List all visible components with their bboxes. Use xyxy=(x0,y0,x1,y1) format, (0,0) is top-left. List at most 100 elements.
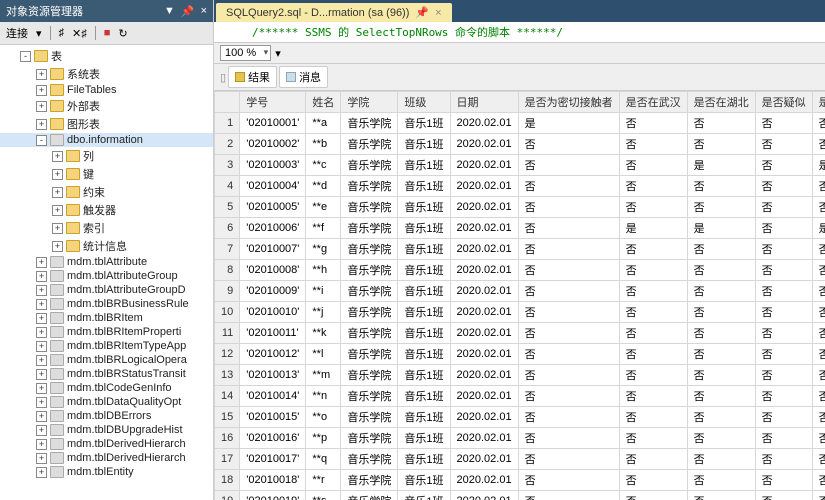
panel-dropdown-icon[interactable]: ▼ xyxy=(164,5,175,18)
cell[interactable]: 2020.02.01 xyxy=(450,386,518,407)
table-row[interactable]: 19'02010019'**s音乐学院音乐1班2020.02.01否否否否否 xyxy=(215,491,825,500)
table-row[interactable]: 6'02010006'**f音乐学院音乐1班2020.02.01否是是否是 xyxy=(215,218,825,239)
cell[interactable]: 否 xyxy=(755,218,812,239)
table-row[interactable]: 2'02010002'**b音乐学院音乐1班2020.02.01否否否否否 xyxy=(215,134,825,155)
connect-dropdown-icon[interactable]: ▾ xyxy=(36,27,42,40)
row-number[interactable]: 5 xyxy=(215,197,240,218)
column-header[interactable]: 学号 xyxy=(240,92,306,113)
cell[interactable]: 否 xyxy=(755,407,812,428)
cell[interactable]: 否 xyxy=(687,197,755,218)
cell[interactable]: 是 xyxy=(812,155,825,176)
cell[interactable]: '02010003' xyxy=(240,155,306,176)
cell[interactable]: **n xyxy=(306,386,341,407)
tree-node[interactable]: +mdm.tblBRItemProperti xyxy=(0,325,213,339)
cell[interactable]: 否 xyxy=(812,113,825,134)
table-row[interactable]: 18'02010018'**r音乐学院音乐1班2020.02.01否否否否否 xyxy=(215,470,825,491)
expand-icon[interactable]: + xyxy=(36,271,47,282)
cell[interactable]: 2020.02.01 xyxy=(450,365,518,386)
cell[interactable]: 否 xyxy=(518,491,619,500)
table-row[interactable]: 14'02010014'**n音乐学院音乐1班2020.02.01否否否否否 xyxy=(215,386,825,407)
expand-icon[interactable]: + xyxy=(52,151,63,162)
cell[interactable]: '02010010' xyxy=(240,302,306,323)
row-number[interactable]: 13 xyxy=(215,365,240,386)
cell[interactable]: 音乐1班 xyxy=(398,302,450,323)
cell[interactable]: 否 xyxy=(619,302,687,323)
expand-icon[interactable]: + xyxy=(36,397,47,408)
cell[interactable]: 音乐学院 xyxy=(341,491,398,500)
cell[interactable]: 否 xyxy=(812,176,825,197)
cell[interactable]: 音乐1班 xyxy=(398,470,450,491)
cell[interactable]: 否 xyxy=(812,281,825,302)
cell[interactable]: 否 xyxy=(518,386,619,407)
cell[interactable]: **b xyxy=(306,134,341,155)
row-number[interactable]: 17 xyxy=(215,449,240,470)
table-row[interactable]: 12'02010012'**l音乐学院音乐1班2020.02.01否否否否否 xyxy=(215,344,825,365)
cell[interactable]: 音乐1班 xyxy=(398,449,450,470)
cell[interactable]: **l xyxy=(306,344,341,365)
disconnect-icon[interactable]: ✕♯ xyxy=(72,27,87,40)
cell[interactable]: 否 xyxy=(755,470,812,491)
expand-icon[interactable]: + xyxy=(36,355,47,366)
cell[interactable]: 2020.02.01 xyxy=(450,197,518,218)
cell[interactable]: 2020.02.01 xyxy=(450,113,518,134)
cell[interactable]: 否 xyxy=(812,302,825,323)
cell[interactable]: 音乐学院 xyxy=(341,197,398,218)
cell[interactable]: 2020.02.01 xyxy=(450,155,518,176)
row-number[interactable]: 7 xyxy=(215,239,240,260)
cell[interactable]: '02010018' xyxy=(240,470,306,491)
cell[interactable]: 否 xyxy=(518,281,619,302)
tree-node[interactable]: +约束 xyxy=(0,183,213,201)
cell[interactable]: **o xyxy=(306,407,341,428)
cell[interactable]: 否 xyxy=(812,134,825,155)
cell[interactable]: 音乐1班 xyxy=(398,134,450,155)
zoom-collapse-icon[interactable]: ▾ xyxy=(275,47,281,60)
tree-node[interactable]: +列 xyxy=(0,147,213,165)
table-row[interactable]: 17'02010017'**q音乐学院音乐1班2020.02.01否否否否否 xyxy=(215,449,825,470)
cell[interactable]: 否 xyxy=(518,302,619,323)
cell[interactable]: 否 xyxy=(518,260,619,281)
cell[interactable]: 否 xyxy=(687,386,755,407)
cell[interactable]: 2020.02.01 xyxy=(450,134,518,155)
cell[interactable]: 否 xyxy=(755,365,812,386)
expand-icon[interactable]: + xyxy=(52,187,63,198)
results-handle-icon[interactable]: ▯ xyxy=(220,71,226,84)
tab-pin-icon[interactable]: 📌 xyxy=(415,6,429,19)
cell[interactable]: 2020.02.01 xyxy=(450,428,518,449)
cell[interactable]: 音乐学院 xyxy=(341,344,398,365)
cell[interactable]: 音乐1班 xyxy=(398,428,450,449)
cell[interactable]: 音乐学院 xyxy=(341,323,398,344)
column-header[interactable]: 学院 xyxy=(341,92,398,113)
row-number[interactable]: 14 xyxy=(215,386,240,407)
tree-node[interactable]: -dbo.information xyxy=(0,133,213,147)
cell[interactable]: **e xyxy=(306,197,341,218)
cell[interactable]: 否 xyxy=(755,239,812,260)
tree-node[interactable]: +mdm.tblAttribute xyxy=(0,255,213,269)
expand-icon[interactable]: + xyxy=(36,425,47,436)
cell[interactable]: **f xyxy=(306,218,341,239)
cell[interactable]: 否 xyxy=(518,176,619,197)
cell[interactable]: 音乐1班 xyxy=(398,344,450,365)
table-row[interactable]: 8'02010008'**h音乐学院音乐1班2020.02.01否否否否否 xyxy=(215,260,825,281)
expand-icon[interactable]: + xyxy=(36,411,47,422)
cell[interactable]: 音乐1班 xyxy=(398,260,450,281)
cell[interactable]: 音乐1班 xyxy=(398,113,450,134)
column-header[interactable]: 班级 xyxy=(398,92,450,113)
tree-node[interactable]: +图形表 xyxy=(0,115,213,133)
cell[interactable]: **h xyxy=(306,260,341,281)
cell[interactable]: 音乐1班 xyxy=(398,197,450,218)
table-row[interactable]: 1'02010001'**a音乐学院音乐1班2020.02.01是否否否否 xyxy=(215,113,825,134)
tree-node[interactable]: +mdm.tblDBUpgradeHist xyxy=(0,423,213,437)
cell[interactable]: 音乐学院 xyxy=(341,260,398,281)
cell[interactable]: **q xyxy=(306,449,341,470)
cell[interactable]: 否 xyxy=(812,407,825,428)
row-number[interactable]: 2 xyxy=(215,134,240,155)
tree-node[interactable]: +mdm.tblDerivedHierarch xyxy=(0,437,213,451)
table-row[interactable]: 10'02010010'**j音乐学院音乐1班2020.02.01否否否否否 xyxy=(215,302,825,323)
cell[interactable]: 否 xyxy=(619,365,687,386)
expand-icon[interactable]: + xyxy=(52,169,63,180)
cell[interactable]: 2020.02.01 xyxy=(450,260,518,281)
expand-icon[interactable]: + xyxy=(52,241,63,252)
cell[interactable]: 音乐学院 xyxy=(341,428,398,449)
cell[interactable]: 否 xyxy=(619,155,687,176)
cell[interactable]: 否 xyxy=(812,365,825,386)
